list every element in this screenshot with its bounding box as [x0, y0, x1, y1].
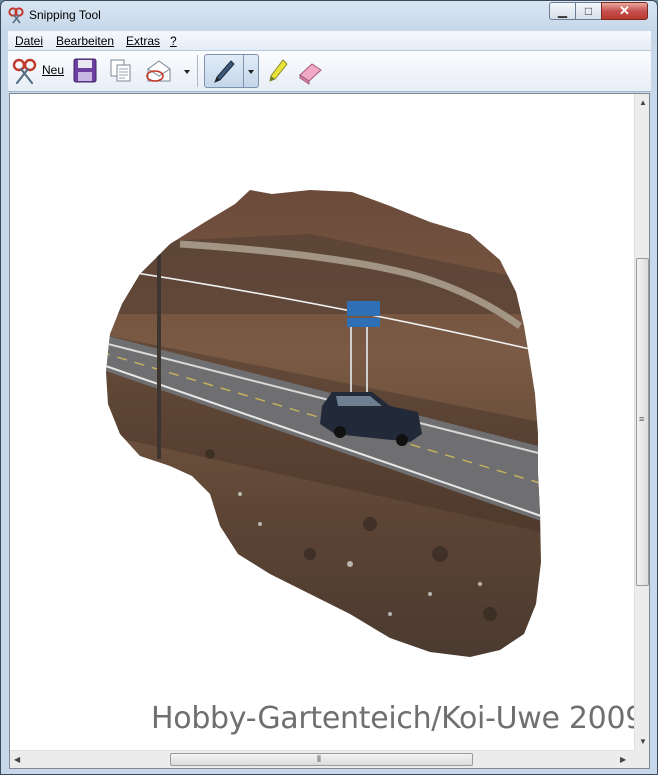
- pen-icon: [214, 60, 235, 83]
- dropdown-arrow-icon: [184, 70, 190, 74]
- pen-dropdown-icon[interactable]: [245, 57, 257, 85]
- send-dropdown[interactable]: [181, 57, 193, 85]
- menu-bearbeiten[interactable]: Bearbeiten: [56, 34, 114, 48]
- eraser-button[interactable]: [296, 57, 324, 85]
- pen-group-divider: [243, 55, 244, 87]
- menu-datei[interactable]: Datei: [15, 34, 43, 48]
- save-icon: [73, 58, 97, 83]
- save-button[interactable]: [72, 57, 98, 85]
- toolbar: Neu: [8, 51, 651, 92]
- new-button-label: Neu: [42, 63, 65, 77]
- highlighter-icon: [269, 59, 288, 82]
- window-title: Snipping Tool: [29, 8, 101, 22]
- new-button[interactable]: Neu: [11, 57, 69, 85]
- app-icon: [8, 7, 24, 24]
- copy-button[interactable]: [108, 57, 134, 85]
- maximize-icon: □: [584, 4, 593, 18]
- email-icon: [146, 60, 171, 82]
- close-icon: ✕: [619, 3, 630, 18]
- eraser-icon: [299, 63, 322, 85]
- grip-icon: ≡: [639, 414, 645, 424]
- grip-icon: ⦀: [317, 754, 321, 764]
- snipping-tool-window: Snipping Tool ▁ □ ✕ Datei Bearbeiten Ext…: [0, 0, 658, 775]
- horizontal-scroll-thumb[interactable]: ⦀: [170, 753, 473, 766]
- horizontal-scrollbar[interactable]: ◀ ⦀ ▶: [10, 750, 634, 768]
- scroll-right-icon[interactable]: ▶: [620, 755, 626, 764]
- scroll-up-icon[interactable]: ▲: [639, 98, 647, 107]
- pen-button-group[interactable]: [204, 54, 259, 88]
- scroll-down-icon[interactable]: ▼: [639, 737, 647, 746]
- title-bar[interactable]: Snipping Tool ▁ □ ✕: [1, 1, 657, 29]
- image-watermark: Hobby-Gartenteich/Koi-Uwe 2009: [151, 701, 634, 736]
- highlighter-button[interactable]: [265, 57, 291, 85]
- scroll-left-icon[interactable]: ◀: [14, 755, 20, 764]
- menu-bar: Datei Bearbeiten Extras ?: [8, 31, 651, 51]
- vertical-scroll-thumb[interactable]: ≡: [636, 258, 649, 586]
- close-button[interactable]: ✕: [601, 2, 648, 20]
- scrollbar-corner: [634, 750, 649, 768]
- minimize-button[interactable]: ▁: [549, 2, 576, 20]
- snip-canvas: Hobby-Gartenteich/Koi-Uwe 2009: [10, 94, 634, 750]
- snip-display-area: Hobby-Gartenteich/Koi-Uwe 2009 ▲ ≡ ▼ ◀ ⦀…: [9, 93, 650, 769]
- scissors-icon: [12, 58, 37, 85]
- minimize-icon: ▁: [557, 4, 568, 18]
- copy-icon: [110, 59, 131, 82]
- vertical-scrollbar[interactable]: ▲ ≡ ▼: [634, 94, 649, 752]
- menu-help[interactable]: ?: [170, 34, 177, 48]
- menu-extras[interactable]: Extras: [126, 34, 160, 48]
- captured-snip-image: [106, 190, 541, 657]
- toolbar-separator: [197, 55, 198, 87]
- send-button[interactable]: [144, 57, 174, 85]
- maximize-button[interactable]: □: [575, 2, 602, 20]
